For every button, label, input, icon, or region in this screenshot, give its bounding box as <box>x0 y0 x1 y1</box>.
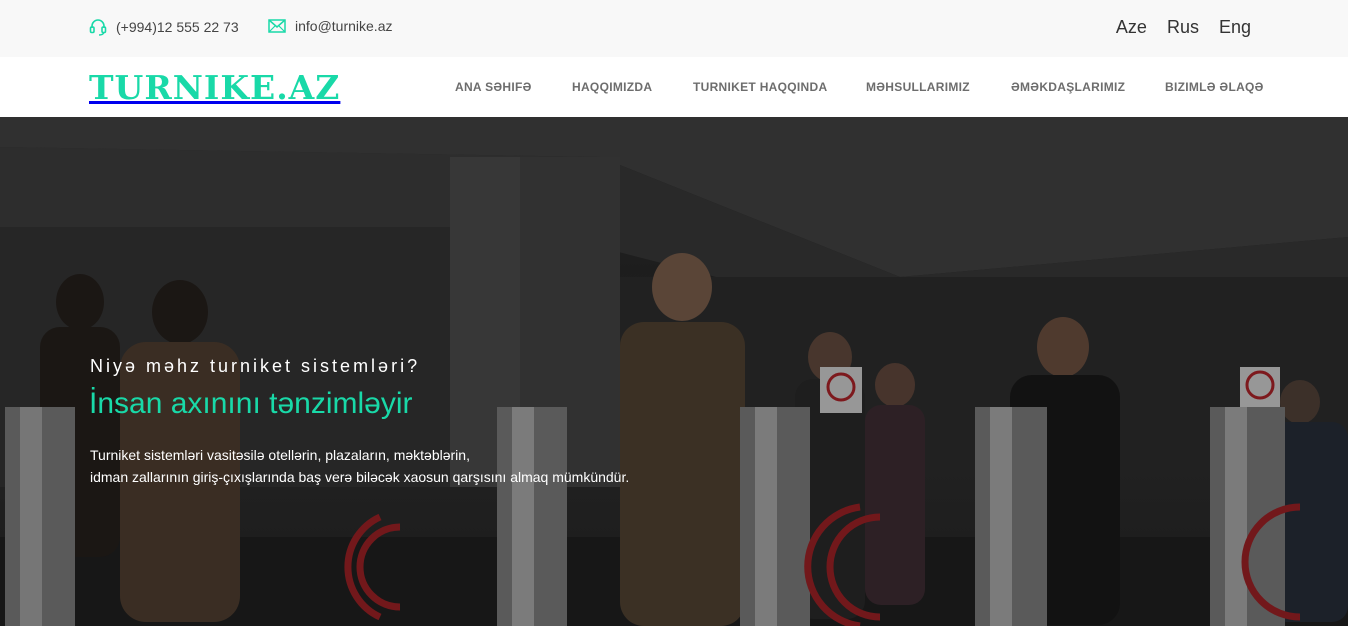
hero-description-line1: Turniket sistemləri vasitəsilə otellərin… <box>90 447 470 463</box>
nav-item-products[interactable]: MƏHSULLARIMIZ <box>866 80 970 94</box>
lang-rus[interactable]: Rus <box>1167 17 1199 38</box>
main-header: TURNIKE.AZ ANA SƏHIFƏ HAQQIMIZDA TURNIKE… <box>0 57 1348 117</box>
lang-eng[interactable]: Eng <box>1219 17 1251 38</box>
top-bar: (+994)12 555 22 73 info@turnike.az Aze R… <box>0 0 1348 57</box>
nav-item-contact[interactable]: BIZIMLƏ ƏLAQƏ <box>1165 80 1264 94</box>
envelope-icon <box>268 19 286 33</box>
email-address: info@turnike.az <box>295 18 393 34</box>
nav-item-staff[interactable]: ƏMƏKDAŞLARIMIZ <box>1011 80 1125 94</box>
language-switcher: Aze Rus Eng <box>1096 17 1251 38</box>
nav-item-about[interactable]: HAQQIMIZDA <box>572 80 652 94</box>
phone-number: (+994)12 555 22 73 <box>116 19 239 35</box>
headset-icon <box>89 19 107 36</box>
logo-text: TURNIKE.AZ <box>89 67 341 107</box>
hero-subtitle: Niyə məhz turniket sistemləri? <box>90 356 421 376</box>
hero-title: İnsan axınını tənzimləyir <box>89 387 413 420</box>
hero-description: Turniket sistemləri vasitəsilə otellərin… <box>90 444 710 488</box>
hero-description-line2: idman zallarının giriş-çıxışlarında baş … <box>90 469 630 485</box>
phone-contact[interactable]: (+994)12 555 22 73 <box>89 18 239 36</box>
lang-aze[interactable]: Aze <box>1116 17 1147 38</box>
nav-item-home[interactable]: ANA SƏHIFƏ <box>455 80 532 94</box>
nav-item-turnstile[interactable]: TURNIKET HAQQINDA <box>693 80 827 94</box>
hero-banner: Niyə məhz turniket sistemləri? İnsan axı… <box>0 117 1348 626</box>
email-contact[interactable]: info@turnike.az <box>268 18 392 34</box>
site-logo[interactable]: TURNIKE.AZ <box>89 70 340 104</box>
